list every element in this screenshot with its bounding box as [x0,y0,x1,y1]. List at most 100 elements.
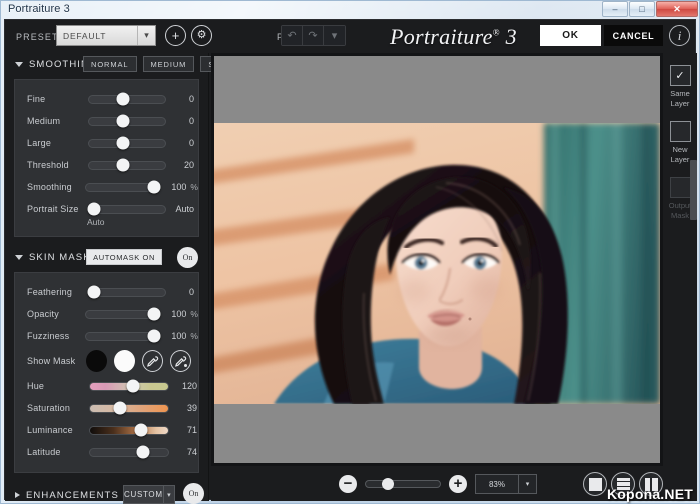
smoothing-preset-medium[interactable]: MEDIUM [143,56,195,72]
preset-dropdown-value: DEFAULT [57,31,137,41]
slider-knob[interactable] [147,330,160,343]
window-controls: – □ ✕ [602,1,698,17]
show-mask-label: Show Mask [27,356,86,366]
chevron-down-icon[interactable]: ▾ [324,26,345,45]
slider-row: Threshold 20 [15,154,198,176]
opacity-slider[interactable] [85,310,160,319]
mask-swatch-black[interactable] [86,350,107,372]
portrait-size-slider[interactable] [88,205,167,214]
panel-scrollbar-thumb[interactable] [690,160,697,220]
plugin-root: PRESET DEFAULT ▾ + ⚙ PREVIEW ↶ ↷ ▾ Portr… [4,19,696,500]
brand-name: Portraiture [390,24,493,49]
smoothing-amount-slider[interactable] [85,183,160,192]
slider-knob[interactable] [135,424,148,437]
slider-knob[interactable] [117,115,130,128]
slider-label: Luminance [27,425,89,435]
slider-value: 100 [160,309,187,319]
chevron-right-icon [15,492,20,498]
brand-registered-mark: ® [493,28,500,38]
slider-label: Fine [27,94,88,104]
slider-unit: % [186,309,198,319]
enhancements-preset-dropdown[interactable]: CUSTOM ▾ [123,485,175,504]
slider-knob[interactable] [117,159,130,172]
slider-row: Latitude 74 [15,441,198,463]
medium-slider[interactable] [88,117,167,126]
feathering-slider[interactable] [88,288,167,297]
slider-label: Saturation [27,403,89,413]
minimize-button[interactable]: – [602,1,628,17]
mask-swatch-white[interactable] [114,350,135,372]
same-layer-label: Same Layer [663,89,697,109]
single-view-button[interactable] [583,472,607,496]
application-window: Portraiture 3 – □ ✕ PRESET DEFAULT ▾ + ⚙… [0,0,700,504]
redo-icon[interactable]: ↷ [303,26,324,45]
slider-knob[interactable] [88,286,101,299]
slider-knob[interactable] [88,203,101,216]
slider-label: Feathering [27,287,88,297]
add-preset-button[interactable]: + [165,25,186,46]
fuzziness-slider[interactable] [85,332,160,341]
slider-knob[interactable] [117,137,130,150]
enhancements-section-header[interactable]: ENHANCEMENTS CUSTOM ▾ On [5,483,208,504]
ok-button[interactable]: OK [540,25,601,46]
eyedropper-icon[interactable] [142,350,163,372]
preview-photo[interactable] [214,123,660,404]
slider-row: Hue 120 [15,375,198,397]
slider-row: Fuzziness 100 % [15,325,198,347]
gear-icon[interactable]: ⚙ [191,25,212,46]
slider-knob[interactable] [147,308,160,321]
zoom-level-dropdown[interactable]: 83% ▾ [475,474,537,494]
eyedropper-add-icon[interactable] [170,350,191,372]
single-view-icon [589,478,602,491]
zoom-in-button[interactable]: + [449,475,467,493]
skin-mask-on-toggle[interactable]: On [177,247,198,268]
same-layer-option[interactable]: ✓ Same Layer [663,65,697,109]
undo-icon[interactable]: ↶ [282,26,303,45]
automask-toggle-button[interactable]: AUTOMASK ON [86,249,162,265]
new-layer-checkbox[interactable] [670,121,691,142]
preset-dropdown[interactable]: DEFAULT ▾ [56,25,156,46]
window-titlebar[interactable]: Portraiture 3 – □ ✕ [0,0,700,19]
slider-knob[interactable] [113,402,126,415]
slider-row: Luminance 71 [15,419,198,441]
slider-knob[interactable] [117,93,130,106]
fine-slider[interactable] [88,95,167,104]
output-options-rail: ✓ Same Layer New Layer Output Mask [663,53,697,466]
slider-knob[interactable] [126,380,139,393]
slider-value: 100 [160,331,187,341]
cancel-button[interactable]: CANCEL [604,25,663,46]
zoom-slider[interactable] [365,480,441,488]
slider-knob[interactable] [137,446,150,459]
large-slider[interactable] [88,139,167,148]
slider-row: Opacity 100 % [15,303,198,325]
saturation-slider[interactable] [89,404,169,413]
hue-slider[interactable] [89,382,169,391]
zoom-out-button[interactable]: − [339,475,357,493]
watermark: Kopona.NET [607,486,693,502]
slider-value: Auto [166,204,194,214]
slider-label: Portrait Size [27,204,88,214]
enhancements-on-toggle[interactable]: On [183,483,204,504]
maximize-button[interactable]: □ [629,1,655,17]
close-button[interactable]: ✕ [656,1,698,17]
info-icon[interactable]: i [669,25,690,46]
brand-version: 3 [506,24,517,49]
slider-knob[interactable] [147,181,160,194]
threshold-slider[interactable] [88,161,167,170]
window-title: Portraiture 3 [8,3,70,15]
slider-label: Fuzziness [27,331,85,341]
zoom-slider-knob[interactable] [382,478,394,490]
latitude-slider[interactable] [89,448,169,457]
smoothing-preset-normal[interactable]: NORMAL [83,56,137,72]
slider-value: 74 [169,447,197,457]
slider-value: 0 [166,138,194,148]
output-mask-checkbox[interactable] [670,177,691,198]
new-layer-option[interactable]: New Layer [663,121,697,165]
same-layer-checkbox[interactable]: ✓ [670,65,691,86]
slider-label: Opacity [27,309,85,319]
preview-canvas[interactable] [214,56,660,463]
slider-label: Large [27,138,88,148]
bottom-toolbar: − + 83% ▾ Kopona.NET [211,466,697,501]
luminance-slider[interactable] [89,426,169,435]
preview-canvas-container[interactable] [211,53,663,466]
